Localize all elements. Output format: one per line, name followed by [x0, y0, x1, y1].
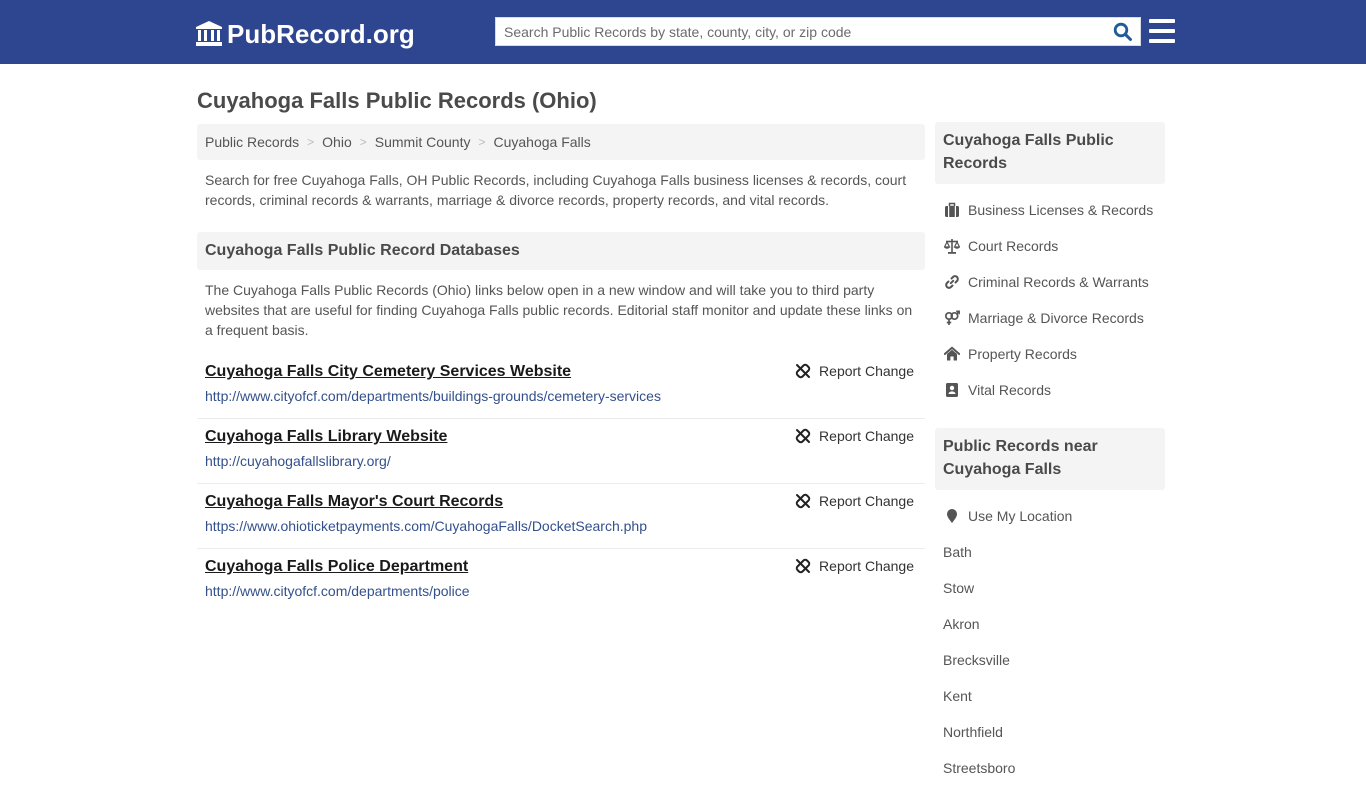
record-url-link[interactable]: https://www.ohioticketpayments.com/Cuyah… [205, 517, 917, 535]
use-my-location-label: Use My Location [968, 508, 1073, 524]
record-url-link[interactable]: http://www.cityofcf.com/departments/poli… [205, 582, 917, 600]
nearby-city-link[interactable]: Bath [935, 534, 1165, 570]
link-icon [944, 275, 959, 289]
sidebar: Cuyahoga Falls Public Records Business L… [935, 122, 1165, 786]
main-content: Public Records > Ohio > Summit County > … [197, 124, 925, 614]
breadcrumb-separator: > [307, 135, 315, 149]
report-change-label: Report Change [819, 363, 914, 379]
record-item: Cuyahoga Falls Library Website http://cu… [197, 419, 925, 484]
top-navbar: PubRecord.org [0, 0, 1366, 64]
databases-description: The Cuyahoga Falls Public Records (Ohio)… [205, 282, 913, 338]
report-change-button[interactable]: Report Change [795, 558, 914, 574]
record-item: Cuyahoga Falls Police Department http://… [197, 549, 925, 614]
record-url-link[interactable]: http://www.cityofcf.com/departments/buil… [205, 387, 917, 405]
record-title-link[interactable]: Cuyahoga Falls Police Department [205, 557, 468, 577]
address-book-icon [945, 383, 958, 397]
sidebar-categories-heading: Cuyahoga Falls Public Records [935, 122, 1165, 184]
sidebar-item-criminal-records[interactable]: Criminal Records & Warrants [935, 264, 1165, 300]
breadcrumb-separator: > [478, 135, 486, 149]
report-change-button[interactable]: Report Change [795, 428, 914, 444]
sidebar-item-court-records[interactable]: Court Records [935, 228, 1165, 264]
report-change-label: Report Change [819, 428, 914, 444]
sidebar-item-property-records[interactable]: Property Records [935, 336, 1165, 372]
report-change-label: Report Change [819, 493, 914, 509]
page-title: Cuyahoga Falls Public Records (Ohio) [197, 88, 597, 113]
databases-heading: Cuyahoga Falls Public Record Databases [197, 232, 925, 270]
logo-text: PubRecord.org [227, 18, 415, 49]
nearby-city-link[interactable]: Northfield [935, 714, 1165, 750]
sidebar-nearby-heading: Public Records near Cuyahoga Falls [935, 428, 1165, 490]
nearby-city-link[interactable]: Brecksville [935, 642, 1165, 678]
broken-link-icon [795, 428, 811, 444]
search-button[interactable] [1106, 18, 1140, 45]
intro-text: Search for free Cuyahoga Falls, OH Publi… [205, 172, 907, 208]
report-change-button[interactable]: Report Change [795, 363, 914, 379]
breadcrumb-summit-county[interactable]: Summit County [375, 134, 471, 150]
sidebar-item-label: Vital Records [968, 382, 1052, 398]
sidebar-item-label: Court Records [968, 238, 1059, 254]
broken-link-icon [795, 363, 811, 379]
nearby-city-link[interactable]: Akron [935, 606, 1165, 642]
category-list: Business Licenses & Records Court Record… [935, 184, 1165, 408]
scales-icon [943, 239, 960, 254]
broken-link-icon [795, 493, 811, 509]
search-bar [495, 17, 1141, 46]
map-marker-icon [946, 509, 957, 523]
menu-bar-icon [1149, 29, 1175, 33]
breadcrumb-cuyahoga-falls[interactable]: Cuyahoga Falls [493, 134, 590, 150]
record-list: Cuyahoga Falls City Cemetery Services We… [197, 354, 925, 614]
report-change-label: Report Change [819, 558, 914, 574]
breadcrumb-public-records[interactable]: Public Records [205, 134, 299, 150]
sidebar-item-label: Business Licenses & Records [968, 202, 1154, 218]
search-input[interactable] [496, 18, 1106, 45]
sidebar-item-label: Property Records [968, 346, 1077, 362]
search-icon [1113, 22, 1132, 41]
sidebar-item-vital-records[interactable]: Vital Records [935, 372, 1165, 408]
courthouse-icon [196, 21, 222, 46]
nearby-city-link[interactable]: Stow [935, 570, 1165, 606]
sidebar-item-label: Criminal Records & Warrants [968, 274, 1149, 290]
site-logo[interactable]: PubRecord.org [195, 17, 415, 51]
report-change-button[interactable]: Report Change [795, 493, 914, 509]
nearby-city-link[interactable]: Streetsboro [935, 750, 1165, 786]
menu-bar-icon [1149, 39, 1175, 43]
use-my-location-button[interactable]: Use My Location [935, 498, 1165, 534]
sidebar-item-business-licenses[interactable]: Business Licenses & Records [935, 192, 1165, 228]
nearby-list: Use My Location Bath Stow Akron Brecksvi… [935, 490, 1165, 786]
breadcrumb-separator: > [359, 135, 367, 149]
menu-bar-icon [1149, 19, 1175, 23]
record-title-link[interactable]: Cuyahoga Falls City Cemetery Services We… [205, 362, 571, 382]
record-item: Cuyahoga Falls Mayor's Court Records htt… [197, 484, 925, 549]
hamburger-menu-button[interactable] [1149, 19, 1175, 43]
breadcrumb: Public Records > Ohio > Summit County > … [197, 124, 925, 160]
record-url-link[interactable]: http://cuyahogafallslibrary.org/ [205, 452, 917, 470]
home-icon [943, 346, 960, 361]
venus-mars-icon [944, 310, 960, 325]
record-item: Cuyahoga Falls City Cemetery Services We… [197, 354, 925, 419]
broken-link-icon [795, 558, 811, 574]
breadcrumb-ohio[interactable]: Ohio [322, 134, 352, 150]
briefcase-icon [944, 202, 959, 217]
nearby-city-link[interactable]: Kent [935, 678, 1165, 714]
sidebar-item-marriage-divorce[interactable]: Marriage & Divorce Records [935, 300, 1165, 336]
record-title-link[interactable]: Cuyahoga Falls Mayor's Court Records [205, 492, 503, 512]
record-title-link[interactable]: Cuyahoga Falls Library Website [205, 427, 447, 447]
sidebar-item-label: Marriage & Divorce Records [968, 310, 1144, 326]
